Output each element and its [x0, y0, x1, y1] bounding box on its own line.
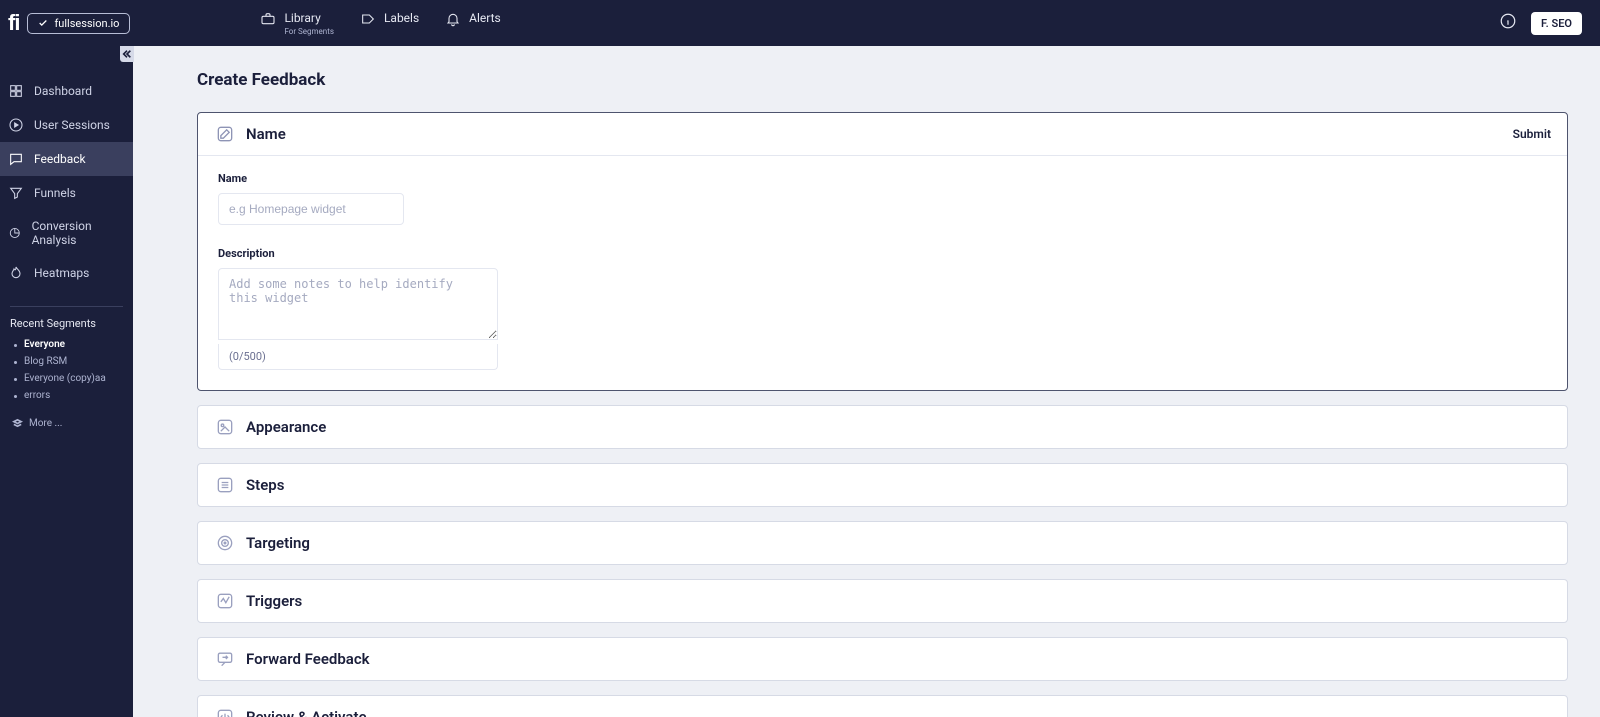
chat-icon — [8, 151, 24, 167]
panel-name-header[interactable]: Name Submit — [198, 113, 1567, 155]
briefcase-icon — [260, 11, 276, 27]
recent-segments-more[interactable]: More ... — [0, 414, 133, 429]
brand-logo: fi — [8, 12, 27, 34]
topbar: fi fullsession.io Library For Segments L… — [0, 0, 1600, 46]
main-content: Create Feedback Name Submit Name Descrip… — [133, 46, 1600, 717]
nav-library-sub: For Segments — [284, 27, 334, 36]
tag-icon — [360, 11, 376, 27]
name-input[interactable] — [218, 193, 404, 225]
panel-title: Review & Activate — [246, 708, 367, 717]
sidebar-item-label: Heatmaps — [34, 266, 89, 280]
panel-review-activate: Review & Activate — [197, 695, 1568, 717]
panel-triggers-header[interactable]: Triggers — [198, 580, 1567, 622]
palette-icon — [214, 416, 236, 438]
nav-library[interactable]: Library For Segments — [260, 11, 334, 36]
panel-forward-feedback: Forward Feedback — [197, 637, 1568, 681]
recent-segments-heading: Recent Segments — [0, 317, 133, 336]
panel-title: Appearance — [246, 418, 326, 436]
bell-icon — [445, 11, 461, 27]
topbar-right: F. SEO — [1499, 12, 1582, 35]
page-title: Create Feedback — [197, 70, 1568, 90]
workspace-name: fullsession.io — [54, 17, 119, 30]
nav-labels[interactable]: Labels — [360, 11, 419, 27]
user-chip[interactable]: F. SEO — [1531, 12, 1582, 35]
segment-item[interactable]: errors — [14, 387, 123, 404]
description-counter: (0/500) — [218, 344, 498, 370]
activity-icon — [214, 590, 236, 612]
panel-title: Targeting — [246, 534, 310, 552]
user-chip-label: F. SEO — [1541, 17, 1572, 30]
panel-targeting-header[interactable]: Targeting — [198, 522, 1567, 564]
play-circle-icon — [8, 117, 24, 133]
panel-name-title: Name — [246, 125, 286, 143]
nav-labels-label: Labels — [384, 11, 419, 25]
top-nav: Library For Segments Labels Alerts — [260, 11, 500, 36]
sidebar-item-label: Conversion Analysis — [32, 219, 123, 247]
name-label: Name — [218, 172, 1547, 185]
list-icon — [214, 474, 236, 496]
edit-square-icon — [214, 123, 236, 145]
sidebar-item-label: Dashboard — [34, 84, 92, 98]
panel-steps: Steps — [197, 463, 1568, 507]
panel-title: Forward Feedback — [246, 650, 370, 668]
submit-button[interactable]: Submit — [1513, 127, 1551, 141]
sidebar-divider — [10, 306, 123, 307]
panel-title: Steps — [246, 476, 284, 494]
funnel-icon — [8, 185, 24, 201]
sidebar-item-feedback[interactable]: Feedback — [0, 142, 133, 176]
sidebar-collapse[interactable] — [120, 46, 134, 62]
target-icon — [214, 532, 236, 554]
segment-item[interactable]: Everyone (copy)aa — [14, 370, 123, 387]
sidebar-item-user-sessions[interactable]: User Sessions — [0, 108, 133, 142]
recent-segments-list: Everyone Blog RSM Everyone (copy)aa erro… — [0, 336, 133, 414]
sidebar-item-dashboard[interactable]: Dashboard — [0, 74, 133, 108]
panel-targeting: Targeting — [197, 521, 1568, 565]
grid-icon — [8, 83, 24, 99]
sidebar-item-label: Funnels — [34, 186, 76, 200]
nav-alerts-label: Alerts — [469, 11, 501, 25]
power-icon — [214, 706, 236, 717]
sidebar-item-label: Feedback — [34, 152, 86, 166]
chevrons-left-icon — [122, 49, 132, 59]
panel-triggers: Triggers — [197, 579, 1568, 623]
nav-alerts[interactable]: Alerts — [445, 11, 501, 27]
description-textarea[interactable] — [218, 268, 498, 340]
more-label: More ... — [29, 418, 62, 429]
nav-library-label: Library — [284, 11, 334, 25]
panel-title: Triggers — [246, 592, 302, 610]
forward-chat-icon — [214, 648, 236, 670]
panel-forward-header[interactable]: Forward Feedback — [198, 638, 1567, 680]
sidebar-item-heatmaps[interactable]: Heatmaps — [0, 256, 133, 290]
panel-appearance: Appearance — [197, 405, 1568, 449]
panel-name: Name Submit Name Description (0/500) — [197, 112, 1568, 391]
description-label: Description — [218, 247, 1547, 260]
sidebar-nav: Dashboard User Sessions Feedback Funnels… — [0, 46, 133, 290]
sidebar-item-funnels[interactable]: Funnels — [0, 176, 133, 210]
sidebar-item-label: User Sessions — [34, 118, 110, 132]
info-icon[interactable] — [1499, 12, 1517, 34]
segment-item[interactable]: Blog RSM — [14, 353, 123, 370]
check-icon — [38, 18, 48, 28]
workspace-selector[interactable]: fullsession.io — [27, 13, 130, 34]
flame-icon — [8, 265, 24, 281]
sidebar: Dashboard User Sessions Feedback Funnels… — [0, 46, 133, 717]
pie-icon — [8, 225, 22, 241]
panel-steps-header[interactable]: Steps — [198, 464, 1567, 506]
stack-icon — [12, 418, 23, 429]
sidebar-item-conversion-analysis[interactable]: Conversion Analysis — [0, 210, 133, 256]
panel-review-header[interactable]: Review & Activate — [198, 696, 1567, 717]
panel-appearance-header[interactable]: Appearance — [198, 406, 1567, 448]
segment-item[interactable]: Everyone — [14, 336, 123, 353]
panel-name-body: Name Description (0/500) — [198, 156, 1567, 390]
